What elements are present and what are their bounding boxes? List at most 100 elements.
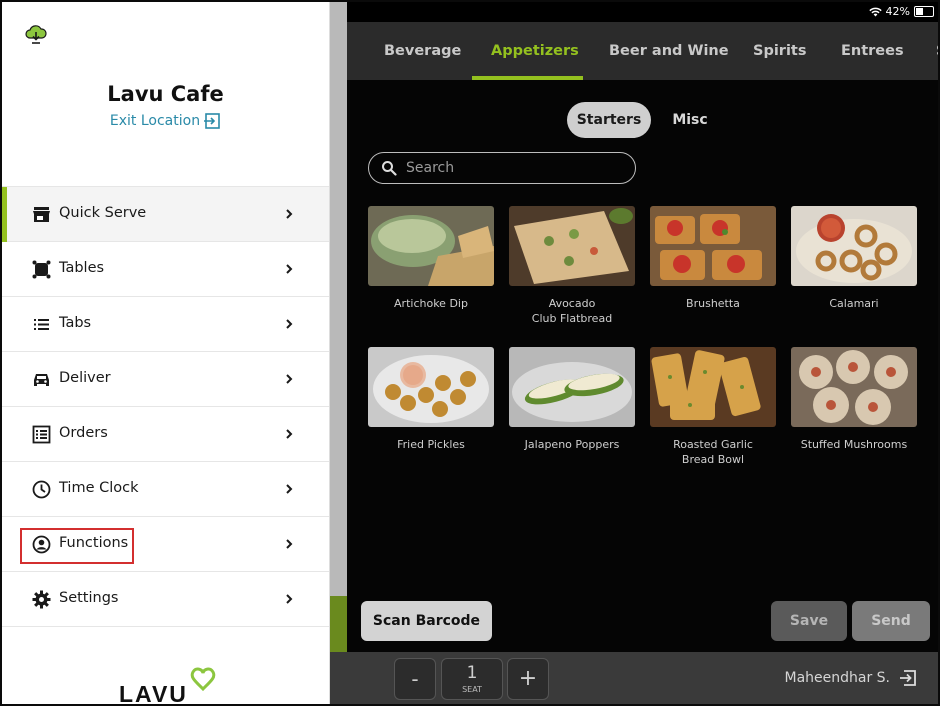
- tab-more[interactable]: S: [936, 43, 938, 59]
- item-name-line2: Club Flatbread: [531, 312, 613, 325]
- item-name: Stuffed Mushrooms: [800, 438, 908, 451]
- item-name: Avocado: [548, 297, 596, 310]
- chevron-right-icon: [286, 429, 293, 439]
- item-name: Jalapeno Poppers: [524, 438, 620, 451]
- scan-barcode-button[interactable]: Scan Barcode: [361, 601, 492, 641]
- chevron-right-icon: [286, 484, 293, 494]
- category-tabs: Beverage Appetizers Beer and Wine Spirit…: [347, 22, 938, 80]
- stuffed-mushrooms-image: [791, 347, 917, 427]
- chevron-right-icon: [286, 264, 293, 274]
- tab-beer-and-wine[interactable]: Beer and Wine: [609, 43, 729, 59]
- menu-item-quick-serve[interactable]: Quick Serve: [2, 187, 329, 242]
- menu-label: Orders: [59, 425, 108, 441]
- active-indicator: [2, 187, 7, 242]
- tab-entrees[interactable]: Entrees: [841, 43, 904, 59]
- menu-label: Deliver: [59, 370, 111, 386]
- menu-item-fried-pickles[interactable]: Fried Pickles: [368, 347, 494, 452]
- cloud-sync-icon[interactable]: [25, 24, 47, 46]
- seat-decrement-button[interactable]: -: [394, 658, 436, 700]
- item-name: Calamari: [829, 297, 879, 310]
- fried-pickles-image: [368, 347, 494, 427]
- garlic-bread-image: [650, 347, 776, 427]
- item-name: Fried Pickles: [397, 438, 465, 451]
- exit-location-label: Exit Location: [109, 113, 201, 129]
- menu-label: Settings: [59, 590, 119, 606]
- seat-number: 1: [466, 663, 478, 683]
- chevron-right-icon: [286, 209, 293, 219]
- menu-item-artichoke-dip[interactable]: Artichoke Dip: [368, 206, 494, 311]
- chevron-right-icon: [286, 539, 293, 549]
- status-bar: 42%: [347, 2, 938, 22]
- menu-item-jalapeno-poppers[interactable]: Jalapeno Poppers: [509, 347, 635, 452]
- brushetta-image: [650, 206, 776, 286]
- active-tab-indicator: [472, 76, 583, 80]
- item-name: Artichoke Dip: [394, 297, 468, 310]
- menu-label: Time Clock: [59, 480, 139, 496]
- subtab-starters[interactable]: Starters: [567, 102, 651, 138]
- logo-text: LAVU: [119, 681, 188, 705]
- menu-item-stuffed-mushrooms[interactable]: Stuffed Mushrooms: [791, 347, 917, 452]
- tab-appetizers[interactable]: Appetizers: [491, 43, 579, 59]
- gear-icon: [32, 590, 51, 609]
- menu-item-tables[interactable]: Tables: [2, 242, 329, 297]
- venue-name: Lavu Cafe: [107, 82, 224, 106]
- artichoke-dip-image: [368, 206, 494, 286]
- send-button[interactable]: Send: [852, 601, 930, 641]
- user-name: Maheendhar S.: [784, 670, 890, 686]
- exit-icon: [204, 113, 220, 129]
- menu-area: 42% Beverage Appetizers Beer and Wine Sp…: [347, 2, 938, 652]
- item-name: Roasted Garlic: [673, 438, 753, 451]
- battery-percent: 42%: [885, 5, 910, 18]
- subtab-misc[interactable]: Misc: [661, 102, 719, 138]
- table-icon: [32, 260, 51, 279]
- flatbread-image: [509, 206, 635, 286]
- menu-item-tabs[interactable]: Tabs: [2, 297, 329, 352]
- drawer-menu: Quick Serve Tables Tabs Deliver Orders T…: [2, 187, 329, 627]
- menu-item-deliver[interactable]: Deliver: [2, 352, 329, 407]
- search-input[interactable]: Search: [368, 152, 636, 184]
- tab-spirits[interactable]: Spirits: [753, 43, 806, 59]
- app-frame: 42% Beverage Appetizers Beer and Wine Sp…: [0, 0, 940, 706]
- car-icon: [34, 374, 49, 386]
- seat-increment-button[interactable]: +: [507, 658, 549, 700]
- navigation-drawer: Lavu Cafe Exit Location Quick Serve Tabl…: [2, 2, 330, 705]
- background-accent: [329, 596, 347, 652]
- clock-icon: [32, 480, 51, 499]
- seat-counter[interactable]: 1 SEAT: [441, 658, 503, 700]
- menu-item-calamari[interactable]: Calamari: [791, 206, 917, 311]
- battery-icon: [914, 6, 934, 17]
- calamari-image: [791, 206, 917, 286]
- background-panel-edge: [329, 2, 347, 704]
- menu-label: Functions: [59, 535, 129, 551]
- lavu-logo: LAVU: [119, 667, 216, 705]
- bottom-bar: - 1 SEAT + Maheendhar S.: [329, 652, 938, 704]
- menu-item-orders[interactable]: Orders: [2, 407, 329, 462]
- save-button[interactable]: Save: [771, 601, 847, 641]
- menu-item-brushetta[interactable]: Brushetta: [650, 206, 776, 311]
- menu-item-avocado-club-flatbread[interactable]: Avocado Club Flatbread: [509, 206, 635, 326]
- menu-item-roasted-garlic-bread-bowl[interactable]: Roasted Garlic Bread Bowl: [650, 347, 776, 467]
- chevron-right-icon: [286, 319, 293, 329]
- jalapeno-poppers-image: [509, 347, 635, 427]
- item-name-line2: Bread Bowl: [681, 453, 745, 466]
- chevron-right-icon: [286, 594, 293, 604]
- tab-beverage[interactable]: Beverage: [384, 43, 461, 59]
- logout-icon[interactable]: [899, 669, 917, 687]
- seat-label: SEAT: [462, 685, 482, 694]
- wifi-icon: [868, 7, 882, 16]
- menu-label: Tabs: [59, 315, 92, 331]
- user-circle-icon: [32, 535, 51, 554]
- search-icon: [382, 161, 397, 176]
- item-name: Brushetta: [686, 297, 740, 310]
- orders-icon: [32, 425, 51, 444]
- chevron-right-icon: [286, 374, 293, 384]
- store-icon: [33, 207, 50, 222]
- menu-label: Tables: [59, 260, 105, 276]
- menu-item-settings[interactable]: Settings: [2, 572, 329, 627]
- search-placeholder: Search: [406, 160, 455, 176]
- exit-location-link[interactable]: Exit Location: [2, 113, 329, 129]
- list-icon: [34, 319, 49, 330]
- menu-label: Quick Serve: [59, 205, 147, 221]
- menu-item-time-clock[interactable]: Time Clock: [2, 462, 329, 517]
- menu-item-functions[interactable]: Functions: [2, 517, 329, 572]
